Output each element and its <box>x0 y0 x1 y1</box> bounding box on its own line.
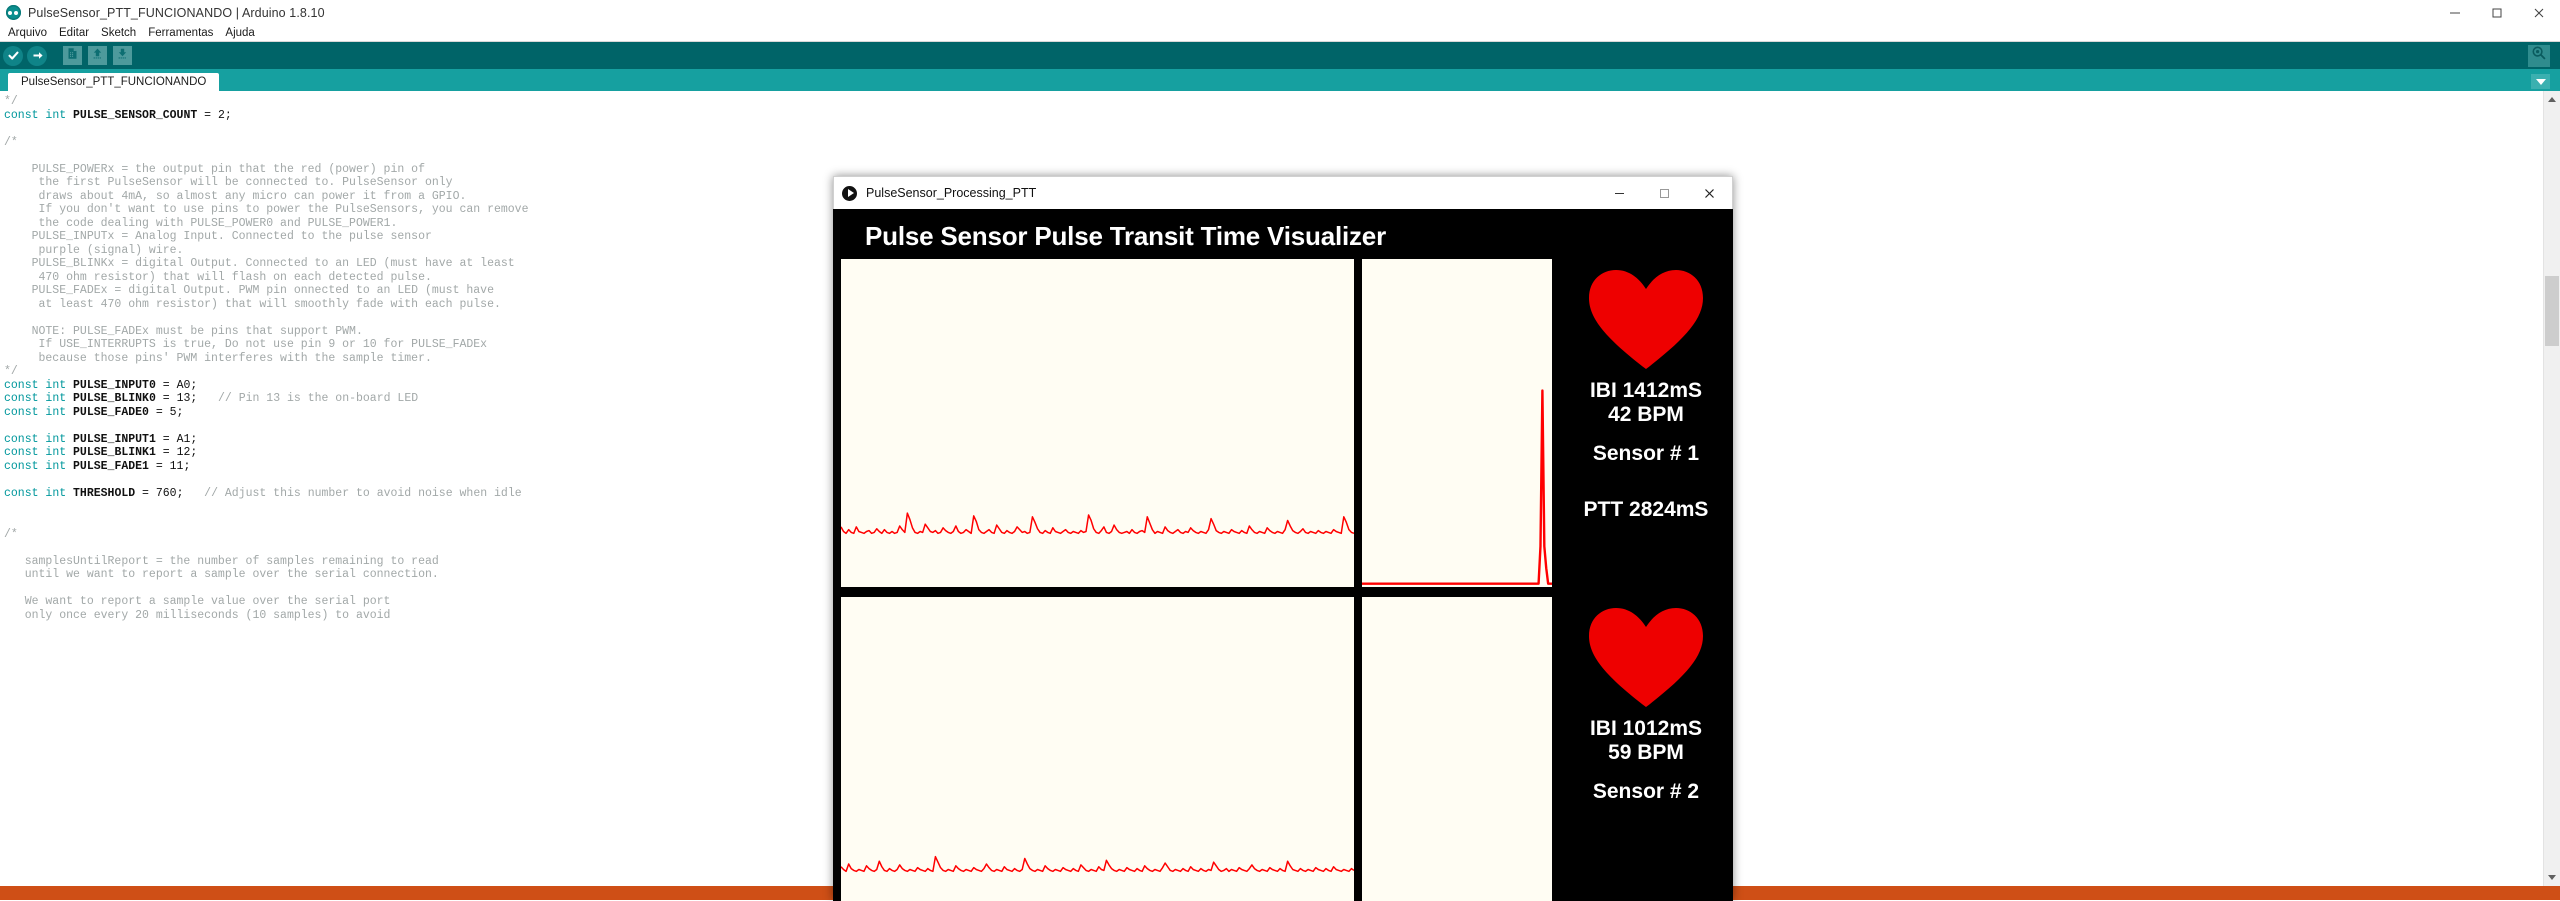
processing-play-icon <box>842 185 857 201</box>
processing-canvas: Pulse Sensor Pulse Transit Time Visualiz… <box>833 209 1733 901</box>
window-titlebar: PulseSensor_PTT_FUNCIONANDO | Arduino 1.… <box>0 0 2560 26</box>
sensor-1-name: Sensor # 1 <box>1592 442 1700 465</box>
processing-maximize-icon[interactable] <box>1642 177 1687 209</box>
menu-item-editar[interactable]: Editar <box>54 26 94 41</box>
new-sketch-button[interactable] <box>63 46 82 65</box>
chevron-down-icon <box>2535 78 2546 85</box>
sensor-2-readout: IBI 1012mS 59 BPM Sensor # 2 <box>1566 597 1726 901</box>
editor-vertical-scrollbar[interactable] <box>2543 91 2560 886</box>
checkmark-icon <box>7 49 20 62</box>
processing-minimize-icon[interactable] <box>1597 177 1642 209</box>
scrollbar-thumb[interactable] <box>2545 276 2559 346</box>
sensor-1-bpm: 42 BPM <box>1608 403 1684 426</box>
code-line: /* <box>4 135 18 149</box>
processing-window-controls <box>1597 177 1732 209</box>
waveform-trace <box>1362 389 1552 585</box>
maximize-icon[interactable] <box>2476 0 2518 25</box>
tab-strip: PulseSensor_PTT_FUNCIONANDO <box>0 69 2560 91</box>
menu-item-ajuda[interactable]: Ajuda <box>220 26 259 41</box>
visualizer-heading: Pulse Sensor Pulse Transit Time Visualiz… <box>865 221 1386 251</box>
sensor-2-waveform-graph <box>841 597 1354 901</box>
sensor-1-waveform-graph <box>841 259 1354 587</box>
tab-pulsesensor-ptt-funcionando[interactable]: PulseSensor_PTT_FUNCIONANDO <box>8 73 220 91</box>
verify-button[interactable] <box>3 45 23 66</box>
scroll-down-arrow-icon[interactable] <box>2544 869 2560 886</box>
open-arrow-up-icon <box>91 47 104 65</box>
sensor-1-ibi: IBI 1412mS <box>1589 379 1703 402</box>
new-file-icon <box>66 47 79 65</box>
sensor-1-readout: IBI 1412mS 42 BPM Sensor # 1 PTT 2824mS <box>1566 259 1726 587</box>
menu-item-sketch[interactable]: Sketch <box>96 26 141 41</box>
sensor-1-ptt-graph <box>1362 259 1552 587</box>
menu-item-arquivo[interactable]: Arquivo <box>3 26 52 41</box>
sensor-2-ibi: IBI 1012mS <box>1589 717 1703 740</box>
processing-window-title: PulseSensor_Processing_PTT <box>866 186 1037 200</box>
open-sketch-button[interactable] <box>88 46 107 65</box>
save-arrow-down-icon <box>116 47 129 65</box>
window-title: PulseSensor_PTT_FUNCIONANDO | Arduino 1.… <box>28 5 325 20</box>
code-line: */ <box>4 95 18 108</box>
minimize-icon[interactable] <box>2434 0 2476 25</box>
waveform-trace <box>841 855 1354 873</box>
heart-icon <box>1587 267 1705 371</box>
sensor-2-name: Sensor # 2 <box>1592 780 1700 803</box>
serial-monitor-button[interactable] <box>2528 44 2550 67</box>
processing-window: PulseSensor_Processing_PTT Pulse Sensor … <box>833 176 1733 901</box>
processing-titlebar: PulseSensor_Processing_PTT <box>833 176 1733 209</box>
menu-item-ferramentas[interactable]: Ferramentas <box>143 26 218 41</box>
arrow-right-icon <box>31 49 44 62</box>
window-controls <box>2434 0 2560 25</box>
magnifier-icon <box>2531 45 2547 66</box>
code-line: const int PULSE_SENSOR_COUNT = 2; <box>4 108 232 122</box>
sensor-2-ptt-graph <box>1362 597 1552 901</box>
processing-close-icon[interactable] <box>1687 177 1732 209</box>
tab-menu-button[interactable] <box>2531 74 2550 89</box>
upload-button[interactable] <box>27 45 47 66</box>
menubar: Arquivo Editar Sketch Ferramentas Ajuda <box>0 25 2560 42</box>
close-icon[interactable] <box>2518 0 2560 25</box>
sensor-1-ptt: PTT 2824mS <box>1583 498 1709 521</box>
sensor-row-1: IBI 1412mS 42 BPM Sensor # 1 PTT 2824mS <box>841 259 1725 587</box>
code-line: PULSE_POWERx = the output pin that the r… <box>4 162 425 176</box>
waveform-trace <box>841 512 1354 535</box>
save-sketch-button[interactable] <box>113 46 132 65</box>
sensor-2-bpm: 59 BPM <box>1608 741 1684 764</box>
sensor-row-2: IBI 1012mS 59 BPM Sensor # 2 <box>841 597 1725 901</box>
scroll-up-arrow-icon[interactable] <box>2544 91 2560 108</box>
arduino-infinity-icon <box>6 5 21 20</box>
toolbar <box>0 42 2560 69</box>
sensor-rows: IBI 1412mS 42 BPM Sensor # 1 PTT 2824mS <box>841 259 1725 901</box>
heart-icon <box>1587 605 1705 709</box>
